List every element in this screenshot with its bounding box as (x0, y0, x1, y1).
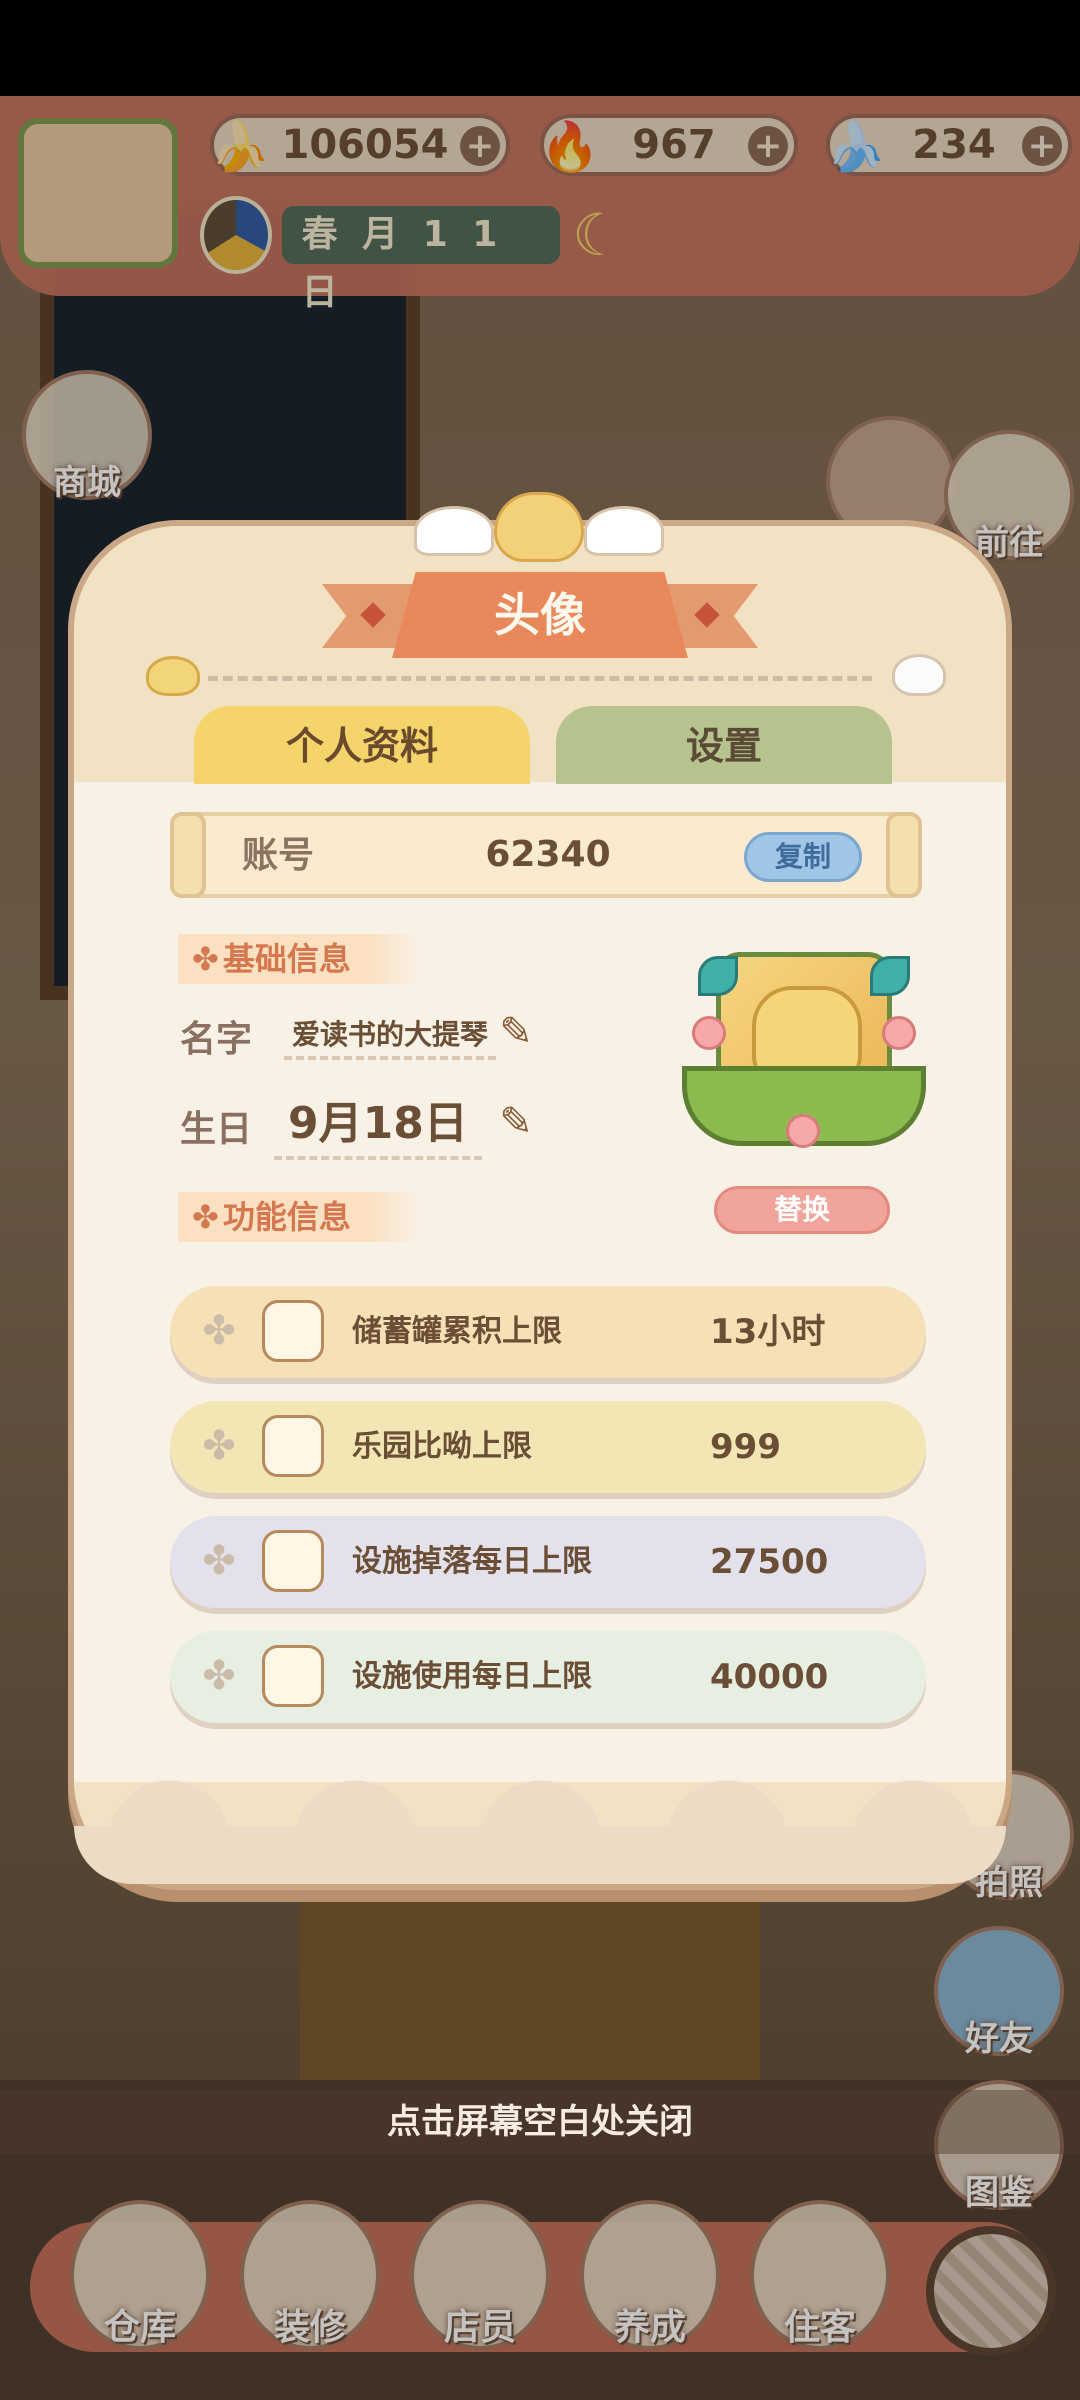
section-function-info: ✤ 功能信息 (178, 1192, 418, 1242)
flower-icon (692, 1016, 726, 1050)
wing-left (414, 506, 494, 556)
flower-icon (882, 1016, 916, 1050)
stat-label: 设施使用每日上限 (352, 1659, 592, 1694)
stat-row-facility-use: ✤ 设施使用每日上限 40000 (170, 1631, 926, 1723)
wing-right (584, 506, 664, 556)
profile-avatar-frame[interactable] (682, 946, 926, 1156)
close-hint[interactable]: 点击屏幕空白处关闭 (0, 2090, 1080, 2154)
section-title: 基础信息 (222, 940, 351, 978)
piggy-bank-icon (262, 1300, 324, 1362)
clover-icon: ✤ (202, 1423, 236, 1469)
cat-head-icon (494, 492, 584, 562)
account-bar: 账号 62340 复制 (170, 812, 922, 898)
replace-avatar-button[interactable]: 替换 (714, 1186, 890, 1234)
stat-row-piggy-bank: ✤ 储蓄罐累积上限 13小时 (170, 1286, 926, 1378)
stat-row-facility-drop: ✤ 设施掉落每日上限 27500 (170, 1516, 926, 1608)
tab-settings[interactable]: 设置 (556, 706, 892, 784)
birthday-value: 9月18日 (274, 1092, 482, 1160)
leaf-icon (870, 956, 910, 996)
stat-value: 13小时 (710, 1312, 826, 1352)
cat-wings-decoration (414, 492, 664, 566)
clover-icon: ✤ (192, 1198, 219, 1236)
chick-icon (146, 656, 200, 696)
stat-label: 乐园比呦上限 (352, 1429, 532, 1464)
stat-label: 设施掉落每日上限 (352, 1544, 592, 1579)
section-title: 功能信息 (222, 1198, 351, 1236)
stat-value: 27500 (710, 1542, 829, 1582)
dashed-divider (208, 676, 872, 681)
avatar-dialog: 头像 个人资料 设置 账号 62340 复制 ✤ 基础信息 名字 爱读书的大提琴 … (68, 492, 1012, 1890)
copy-button[interactable]: 复制 (744, 832, 862, 882)
birthday-label: 生日 (180, 1109, 253, 1150)
edit-birthday-pencil-icon[interactable]: ✎ (494, 1100, 538, 1144)
account-id: 62340 (485, 834, 611, 875)
name-value: 爱读书的大提琴 (284, 1012, 497, 1060)
stat-label: 储蓄罐累积上限 (352, 1314, 562, 1349)
park-animals-icon (262, 1415, 324, 1477)
clover-icon: ✤ (202, 1653, 236, 1699)
tab-profile[interactable]: 个人资料 (194, 706, 530, 784)
stat-value: 40000 (710, 1657, 829, 1697)
name-label: 名字 (180, 1019, 253, 1060)
clover-icon: ✤ (202, 1538, 236, 1584)
title-ribbon: 头像 (322, 572, 758, 658)
ghost-chick-icon (892, 654, 946, 696)
dialog-footer (74, 1826, 1006, 1884)
flower-icon (786, 1114, 820, 1148)
edit-name-pencil-icon[interactable]: ✎ (494, 1010, 538, 1054)
facility-use-icon (262, 1645, 324, 1707)
leaf-icon (698, 956, 738, 996)
section-basic-info: ✤ 基础信息 (178, 934, 418, 984)
account-label: 账号 (242, 835, 315, 876)
bar-cap-right (886, 812, 922, 898)
dialog-title: 头像 (494, 588, 586, 642)
clover-icon: ✤ (202, 1308, 236, 1354)
status-bar (0, 0, 1080, 96)
clover-icon: ✤ (192, 940, 219, 978)
bar-cap-left (170, 812, 206, 898)
facility-drop-icon (262, 1530, 324, 1592)
stat-row-park: ✤ 乐园比呦上限 999 (170, 1401, 926, 1493)
stat-value: 999 (710, 1427, 781, 1467)
